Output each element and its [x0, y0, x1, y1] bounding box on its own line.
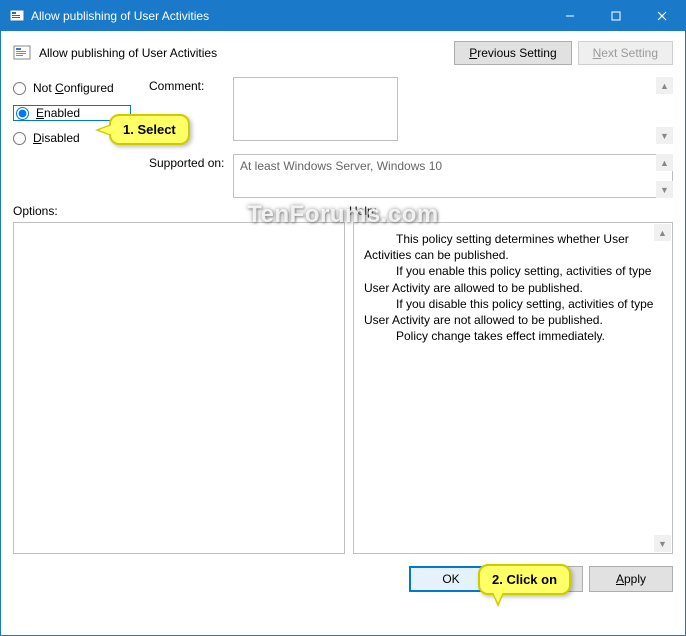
maximize-button[interactable] — [593, 1, 639, 31]
scroll-down-icon[interactable]: ▼ — [656, 127, 673, 144]
window-controls — [547, 1, 685, 31]
page-title: Allow publishing of User Activities — [39, 46, 217, 60]
header: Allow publishing of User Activities Prev… — [13, 41, 673, 65]
dialog-footer: OK Cancel Apply — [13, 566, 673, 592]
scroll-down-icon[interactable]: ▼ — [656, 181, 673, 198]
scroll-up-icon[interactable]: ▲ — [656, 154, 673, 171]
supported-on-label: Supported on: — [149, 154, 227, 198]
scroll-up-icon[interactable]: ▲ — [654, 224, 671, 241]
apply-button[interactable]: Apply — [589, 566, 673, 592]
help-text: If you disable this policy setting, acti… — [364, 296, 662, 328]
supported-on-field: At least Windows Server, Windows 10 — [233, 154, 673, 198]
options-panel — [13, 222, 345, 554]
close-button[interactable] — [639, 1, 685, 31]
comment-textarea[interactable] — [233, 77, 398, 141]
scroll-down-icon[interactable]: ▼ — [654, 535, 671, 552]
help-panel: This policy setting determines whether U… — [353, 222, 673, 554]
titlebar: Allow publishing of User Activities — [1, 1, 685, 31]
policy-icon — [13, 44, 31, 62]
radio-not-configured[interactable]: Not Configured — [13, 81, 131, 95]
window-title: Allow publishing of User Activities — [31, 9, 547, 23]
help-text: This policy setting determines whether U… — [364, 231, 662, 263]
annotation-callout-2: 2. Click on — [478, 564, 571, 595]
help-text: If you enable this policy setting, activ… — [364, 263, 662, 295]
annotation-callout-1: 1. Select — [109, 114, 190, 145]
next-setting-button[interactable]: Next Setting — [578, 41, 673, 65]
app-icon — [9, 8, 25, 24]
scroll-up-icon[interactable]: ▲ — [656, 77, 673, 94]
help-text: Policy change takes effect immediately. — [364, 328, 662, 344]
minimize-button[interactable] — [547, 1, 593, 31]
options-label: Options: — [13, 204, 349, 218]
help-label: Help: — [349, 204, 377, 218]
previous-setting-button[interactable]: Previous Setting — [454, 41, 571, 65]
radio-not-configured-input[interactable] — [13, 82, 26, 95]
radio-disabled-input[interactable] — [13, 132, 26, 145]
radio-enabled-input[interactable] — [16, 107, 29, 120]
